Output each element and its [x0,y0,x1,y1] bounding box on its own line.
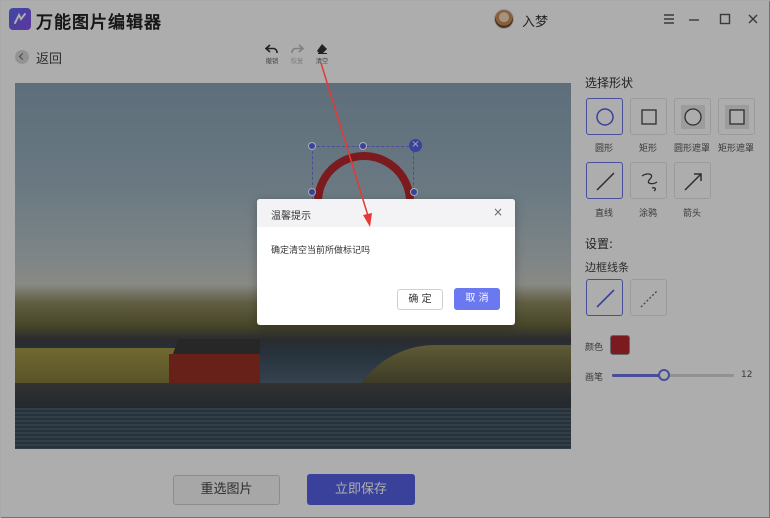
app-window: 万能图片编辑器 入梦 返回 撤销 恢复 清空 × 选择形状 圆形 矩形 圆形遮罩… [0,0,770,518]
dialog-title: 温馨提示 [271,211,311,222]
dialog-header: 温馨提示 × [257,199,515,227]
dialog-ok-button[interactable]: 确 定 [397,289,443,310]
dialog-message: 确定清空当前所做标记吗 [271,246,371,256]
dialog-close-icon[interactable]: × [491,205,505,219]
dialog-cancel-button[interactable]: 取 消 [454,288,500,310]
confirm-dialog: 温馨提示 × 确定清空当前所做标记吗 确 定 取 消 [257,199,515,325]
